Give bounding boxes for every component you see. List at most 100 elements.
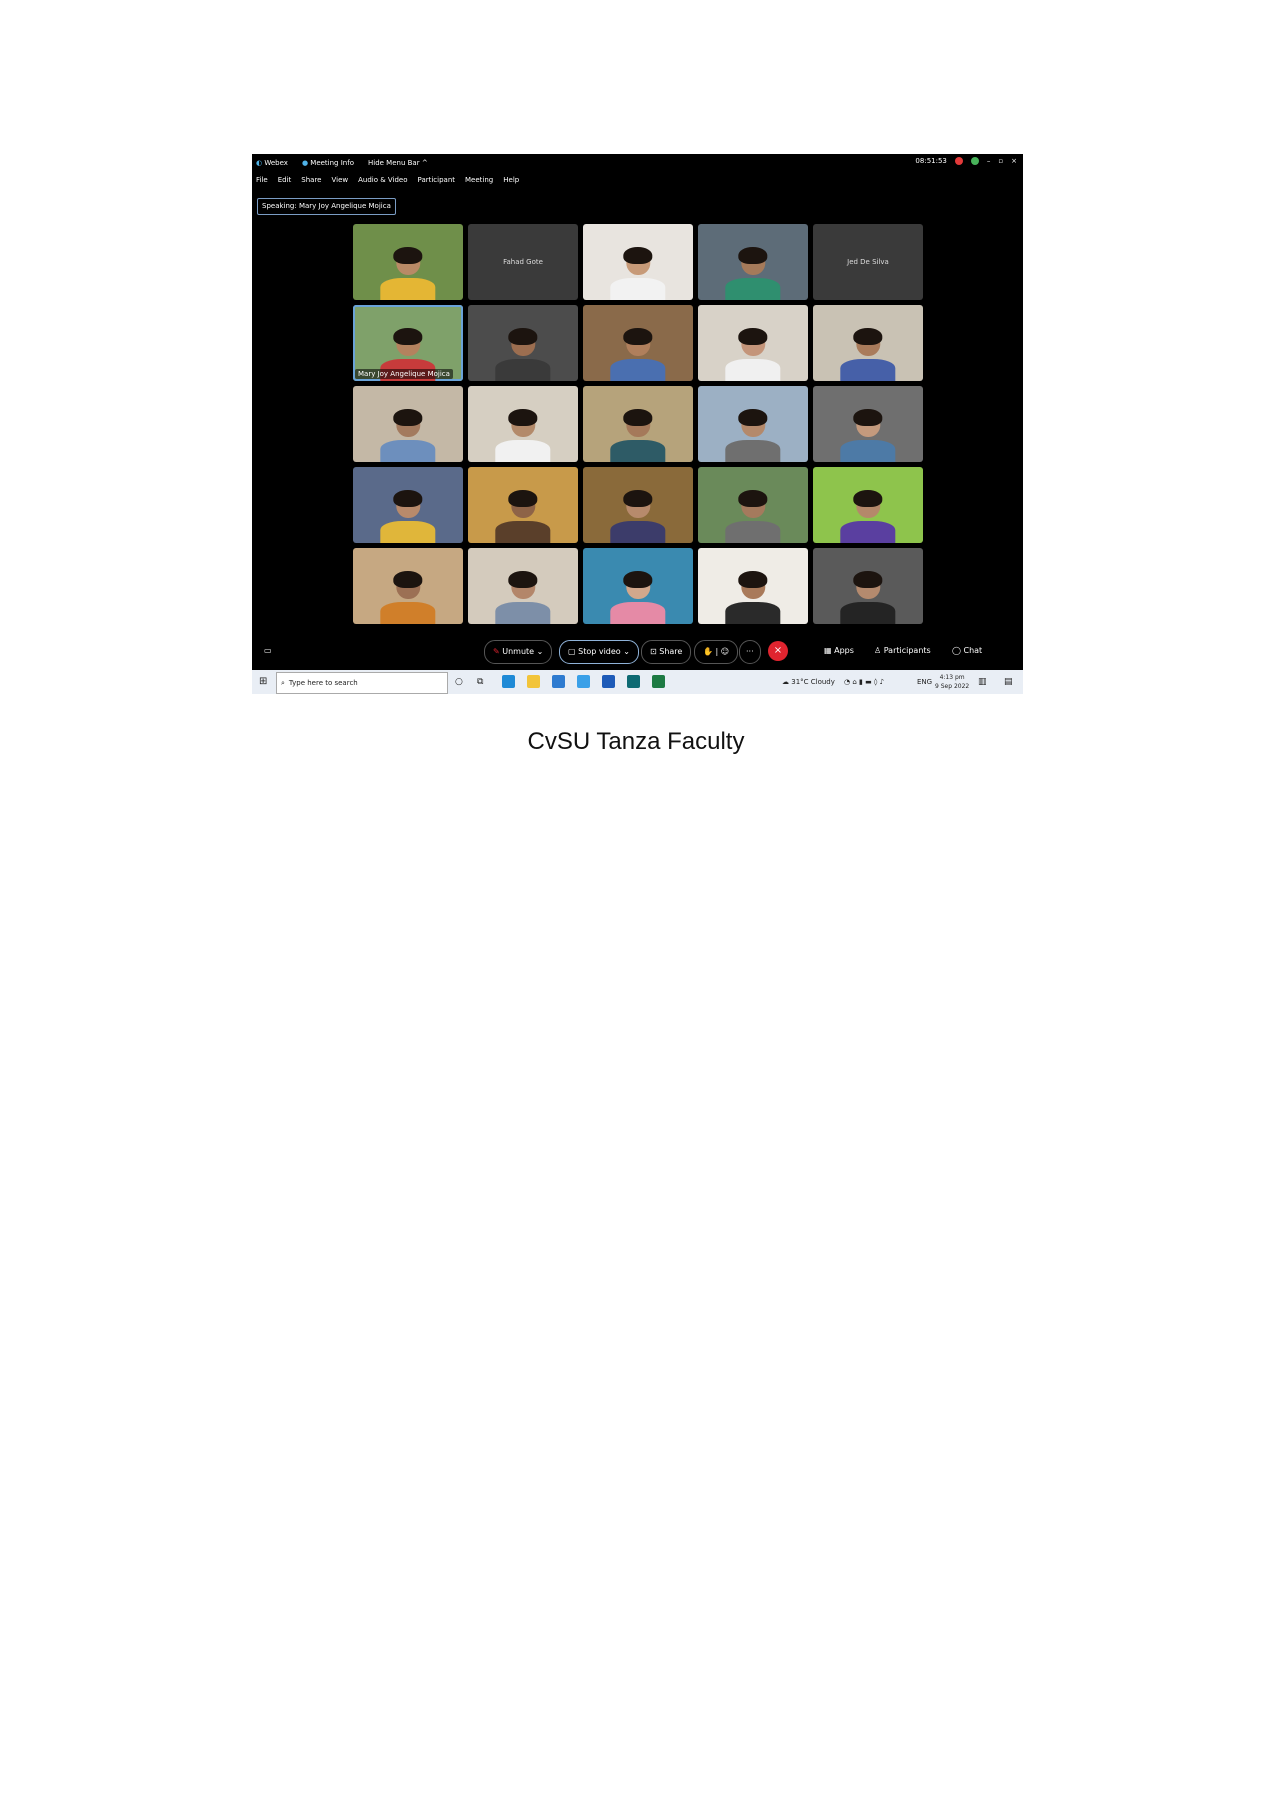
- menu-item[interactable]: Participant: [418, 176, 455, 184]
- participant-video: [723, 325, 782, 381]
- participant-tile[interactable]: [698, 467, 808, 543]
- windows-taskbar: ⊞ ⌕ Type here to search ○ ⧉ ☁ 31°C Cloudy…: [252, 670, 1023, 694]
- participant-tile[interactable]: [698, 305, 808, 381]
- participant-video: [838, 568, 897, 624]
- widgets-icon[interactable]: ▥: [978, 670, 987, 694]
- participant-tile[interactable]: [583, 305, 693, 381]
- weather-widget[interactable]: ☁ 31°C Cloudy: [782, 670, 835, 694]
- speaking-indicator: Speaking: Mary Joy Angelique Mojica: [257, 198, 396, 215]
- participant-tile[interactable]: [698, 224, 808, 300]
- participant-tile[interactable]: [468, 467, 578, 543]
- notifications-icon[interactable]: ▤: [1004, 670, 1013, 694]
- participant-video: [608, 406, 667, 462]
- taskbar-search-input[interactable]: ⌕ Type here to search: [276, 672, 448, 694]
- status-icon: [970, 157, 979, 165]
- title-bar: ◐ Webex ● Meeting Info Hide Menu Bar ^ 0…: [252, 154, 1023, 172]
- reactions-button[interactable]: ✋ | ☺: [694, 640, 739, 664]
- participant-name: Mary Joy Angelique Mojica: [355, 369, 453, 379]
- participant-video: [608, 568, 667, 624]
- menu-item[interactable]: View: [331, 176, 348, 184]
- participant-tile[interactable]: [353, 467, 463, 543]
- participant-video: [493, 487, 552, 543]
- zoom-icon[interactable]: [577, 675, 590, 688]
- participant-tile[interactable]: [468, 548, 578, 624]
- start-icon[interactable]: ⊞: [259, 670, 267, 694]
- hide-menu-bar-button[interactable]: Hide Menu Bar ^: [368, 159, 428, 167]
- participant-tile[interactable]: [468, 386, 578, 462]
- mail-icon[interactable]: [552, 675, 565, 688]
- excel-icon[interactable]: [652, 675, 665, 688]
- webex-app-name[interactable]: ◐ Webex: [256, 159, 288, 167]
- participant-tile[interactable]: [698, 548, 808, 624]
- leave-meeting-button[interactable]: ×: [768, 641, 788, 661]
- webex-screenshot: ◐ Webex ● Meeting Info Hide Menu Bar ^ 0…: [252, 154, 1023, 694]
- participant-video: [378, 244, 437, 300]
- cortana-icon[interactable]: ○: [455, 670, 463, 694]
- camera-icon: ▢: [568, 647, 576, 656]
- recording-icon: [954, 157, 963, 165]
- participant-tile[interactable]: [353, 224, 463, 300]
- stop-video-button[interactable]: ▢ Stop video ⌄: [559, 640, 639, 664]
- menu-item[interactable]: Edit: [278, 176, 292, 184]
- participant-tile[interactable]: Mary Joy Angelique Mojica: [353, 305, 463, 381]
- participant-tile[interactable]: [583, 386, 693, 462]
- unmute-button[interactable]: ✎ Unmute ⌄: [484, 640, 553, 664]
- participant-tile[interactable]: [813, 548, 923, 624]
- participant-video: [493, 325, 552, 381]
- participant-video: [838, 487, 897, 543]
- participant-tile[interactable]: [583, 467, 693, 543]
- participant-video: [723, 244, 782, 300]
- participant-tile[interactable]: [353, 548, 463, 624]
- share-icon: ⊡: [650, 647, 657, 656]
- participant-tile[interactable]: [698, 386, 808, 462]
- task-view-icon[interactable]: ⧉: [477, 670, 483, 694]
- meeting-clock: 08:51:53: [915, 157, 947, 165]
- participants-button[interactable]: ♙ Participants: [874, 640, 931, 662]
- menu-item[interactable]: Audio & Video: [358, 176, 407, 184]
- participant-tile[interactable]: [353, 386, 463, 462]
- chat-button[interactable]: ◯ Chat: [952, 640, 982, 662]
- close-icon[interactable]: ×: [1011, 157, 1017, 165]
- system-tray-icons[interactable]: ◔ ⌂ ▮ ▬ ◊ ♪: [844, 670, 884, 694]
- participant-video: [838, 325, 897, 381]
- participant-tile[interactable]: Jed De Silva: [813, 224, 923, 300]
- participant-grid: Fahad Gote Jed De Silva Mary Joy Angelique…: [353, 224, 923, 628]
- weather-icon: ☁: [782, 678, 789, 686]
- participant-tile[interactable]: [813, 467, 923, 543]
- webex-taskbar-icon[interactable]: [627, 675, 640, 688]
- participant-tile[interactable]: [583, 224, 693, 300]
- language-indicator[interactable]: ENG: [917, 670, 932, 694]
- participants-icon: ♙: [874, 646, 882, 655]
- participant-video: [608, 487, 667, 543]
- captions-icon[interactable]: ▭: [264, 640, 272, 662]
- word-icon[interactable]: [602, 675, 615, 688]
- participant-video: [493, 568, 552, 624]
- apps-button[interactable]: ▦ Apps: [824, 640, 854, 662]
- menu-item[interactable]: Meeting: [465, 176, 493, 184]
- file-explorer-icon[interactable]: [527, 675, 540, 688]
- menu-item[interactable]: File: [256, 176, 268, 184]
- participant-tile[interactable]: [813, 386, 923, 462]
- menu-bar: File Edit Share View Audio & Video Participan…: [256, 176, 519, 184]
- participant-tile[interactable]: [468, 305, 578, 381]
- participant-video: [378, 568, 437, 624]
- menu-item[interactable]: Help: [503, 176, 519, 184]
- meeting-info-button[interactable]: ● Meeting Info: [302, 159, 354, 167]
- participant-tile[interactable]: [583, 548, 693, 624]
- more-options-button[interactable]: ···: [739, 640, 761, 664]
- participant-tile[interactable]: Fahad Gote: [468, 224, 578, 300]
- muted-mic-icon: ✎: [493, 647, 500, 656]
- search-icon: ⌕: [281, 679, 285, 687]
- minimize-icon[interactable]: –: [987, 157, 991, 165]
- edge-icon[interactable]: [502, 675, 515, 688]
- menu-item[interactable]: Share: [301, 176, 321, 184]
- hand-icon: ✋: [703, 647, 713, 656]
- restore-icon[interactable]: ▫: [998, 157, 1003, 165]
- apps-icon: ▦: [824, 646, 832, 655]
- share-button[interactable]: ⊡ Share: [641, 640, 692, 664]
- participant-video: [493, 406, 552, 462]
- participant-tile[interactable]: [813, 305, 923, 381]
- taskbar-clock[interactable]: 4:13 pm 9 Sep 2022: [935, 673, 969, 691]
- clock-date: 9 Sep 2022: [935, 683, 970, 690]
- participant-video: [378, 406, 437, 462]
